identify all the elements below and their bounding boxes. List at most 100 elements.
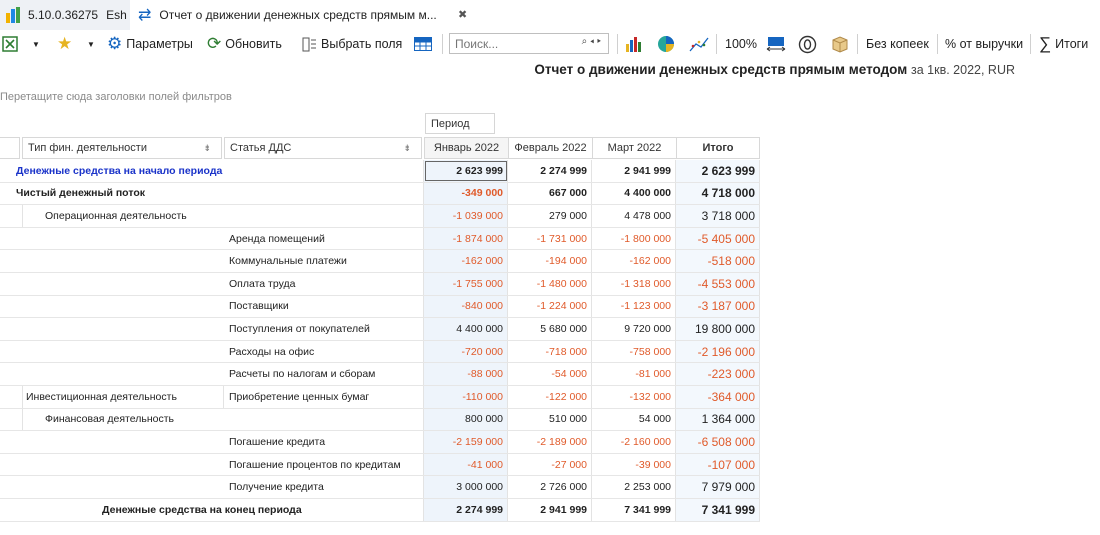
value-cell[interactable]: 9 720 000	[592, 318, 676, 340]
table-row[interactable]: Денежные средства на начало периода 2 623…	[0, 160, 760, 183]
value-cell[interactable]: 7 341 999	[592, 499, 676, 521]
table-row[interactable]: Операционная деятельность -1 039 000 279 0…	[0, 205, 760, 228]
value-cell[interactable]: 2 623 999	[676, 160, 760, 182]
fit-width-button[interactable]	[766, 30, 786, 58]
value-cell[interactable]: -110 000	[424, 386, 508, 408]
excel-dropdown-chevron-icon[interactable]: ▼	[32, 30, 40, 58]
value-cell[interactable]: -1 874 000	[424, 227, 508, 250]
table-row[interactable]: Коммунальные платежи -162 000 -194 000 -162…	[0, 250, 760, 273]
sort-icon[interactable]: ⇟	[403, 143, 411, 154]
table-row[interactable]: Аренда помещений -1 874 000 -1 731 000 -1 8…	[0, 227, 760, 251]
table-row[interactable]: Денежные средства на конец периода 2 274 …	[0, 499, 760, 522]
favorites-dropdown-chevron-icon[interactable]: ▼	[87, 30, 95, 58]
value-cell[interactable]: -88 000	[424, 363, 508, 385]
favorites-star-button[interactable]: ★	[57, 30, 72, 58]
column-header-jan[interactable]: Январь 2022	[424, 137, 509, 159]
column-header-feb[interactable]: Февраль 2022	[508, 137, 593, 159]
value-cell[interactable]: 800 000	[424, 408, 508, 431]
value-cell[interactable]: 2 726 000	[508, 476, 592, 498]
value-cell[interactable]: -5 405 000	[676, 227, 760, 250]
value-cell[interactable]: -1 755 000	[424, 273, 508, 295]
table-row[interactable]: Погашение кредита -2 159 000 -2 189 000 -2 …	[0, 431, 760, 454]
value-cell[interactable]: 4 718 000	[676, 182, 760, 205]
totals-button[interactable]: ∑ Итоги	[1039, 30, 1088, 58]
value-cell[interactable]: -27 000	[508, 454, 592, 476]
table-row[interactable]: Погашение процентов по кредитам -41 000 -2…	[0, 453, 760, 477]
value-cell[interactable]: 2 941 999	[592, 160, 676, 182]
column-header-mar[interactable]: Март 2022	[592, 137, 677, 159]
value-cell[interactable]: 2 274 999	[424, 499, 508, 521]
value-cell[interactable]: -162 000	[424, 250, 508, 272]
app-tab[interactable]: 5.10.0.36275 Esh	[0, 0, 130, 30]
table-row[interactable]: Чистый денежный поток -349 000 667 000 4 40…	[0, 182, 760, 206]
search-box[interactable]: ⌕◂▸	[449, 33, 609, 54]
value-cell[interactable]: -132 000	[592, 386, 676, 408]
table-row[interactable]: Финансовая деятельность 800 000 510 000 54 …	[0, 408, 760, 432]
value-cell[interactable]: -2 160 000	[592, 431, 676, 453]
excel-export-button[interactable]	[2, 30, 18, 58]
package-button[interactable]	[831, 30, 849, 58]
no-kopecks-button[interactable]: Без копеек	[866, 30, 929, 58]
value-cell[interactable]: -1 123 000	[592, 296, 676, 318]
refresh-button[interactable]: ⟳ Обновить	[207, 30, 282, 58]
value-cell[interactable]: -2 159 000	[424, 431, 508, 453]
column-header-total[interactable]: Итого	[676, 137, 760, 159]
value-cell[interactable]: -1 800 000	[592, 228, 676, 250]
filter-drop-area[interactable]: Перетащите сюда заголовки полей фильтров	[0, 91, 232, 103]
value-cell[interactable]: -3 187 000	[676, 295, 760, 318]
value-cell[interactable]: -1 731 000	[508, 228, 592, 250]
value-cell[interactable]: -1 224 000	[508, 296, 592, 318]
sort-icon[interactable]: ⇟	[203, 143, 211, 154]
value-cell[interactable]: 279 000	[508, 205, 592, 227]
close-icon[interactable]: ✖	[458, 8, 467, 21]
value-cell[interactable]: 4 478 000	[592, 205, 676, 227]
value-cell[interactable]: 2 623 999	[424, 160, 508, 182]
value-cell[interactable]: 7 979 000	[676, 476, 760, 498]
zero-values-button[interactable]	[798, 30, 817, 58]
value-cell[interactable]: 19 800 000	[676, 318, 760, 340]
value-cell[interactable]: -518 000	[676, 250, 760, 272]
value-cell[interactable]: -349 000	[424, 182, 508, 205]
value-cell[interactable]: -1 480 000	[508, 273, 592, 295]
value-cell[interactable]: -718 000	[508, 341, 592, 363]
value-cell[interactable]: 4 400 000	[424, 318, 508, 340]
value-cell[interactable]: -2 189 000	[508, 431, 592, 453]
document-tab[interactable]: ⇄ Отчет о движении денежных средств прям…	[132, 0, 477, 30]
value-cell[interactable]: -2 196 000	[676, 340, 760, 363]
table-row[interactable]: Оплата труда -1 755 000 -1 480 000 -1 318 0…	[0, 273, 760, 296]
value-cell[interactable]: 7 341 999	[676, 499, 760, 521]
value-cell[interactable]: 2 941 999	[508, 499, 592, 521]
percent-revenue-button[interactable]: % от выручки	[945, 30, 1023, 58]
grid-layout-button[interactable]	[414, 30, 432, 58]
value-cell[interactable]: 3 718 000	[676, 205, 760, 227]
params-button[interactable]: ⚙ Параметры	[107, 30, 193, 58]
value-cell[interactable]: -720 000	[424, 340, 508, 363]
value-cell[interactable]: -4 553 000	[676, 273, 760, 295]
scatter-chart-button[interactable]	[689, 30, 709, 58]
value-cell[interactable]: -107 000	[676, 453, 760, 476]
value-cell[interactable]: -122 000	[508, 386, 592, 408]
value-cell[interactable]: 2 274 999	[508, 160, 592, 182]
value-cell[interactable]: 4 400 000	[592, 183, 676, 205]
value-cell[interactable]: 1 364 000	[676, 408, 760, 431]
table-row[interactable]: Поступления от покупателей 4 400 000 5 680…	[0, 318, 760, 341]
search-nav-icons[interactable]: ⌕◂▸	[582, 36, 604, 47]
value-cell[interactable]: -1 318 000	[592, 273, 676, 295]
search-input[interactable]	[455, 34, 565, 53]
value-cell[interactable]: -41 000	[424, 453, 508, 476]
value-cell[interactable]: -39 000	[592, 454, 676, 476]
value-cell[interactable]: 54 000	[592, 409, 676, 431]
value-cell[interactable]: 5 680 000	[508, 318, 592, 340]
table-row[interactable]: Расходы на офис -720 000 -718 000 -758 000-…	[0, 340, 760, 364]
select-fields-button[interactable]: Выбрать поля	[302, 30, 402, 58]
value-cell[interactable]: -840 000	[424, 295, 508, 318]
table-row[interactable]: Расчеты по налогам и сборам -88 000 -54 00…	[0, 363, 760, 386]
table-row[interactable]: Получение кредита 3 000 000 2 726 000 2 253…	[0, 476, 760, 499]
value-cell[interactable]: 3 000 000	[424, 476, 508, 498]
value-cell[interactable]: 667 000	[508, 183, 592, 205]
value-cell[interactable]: 510 000	[508, 409, 592, 431]
value-cell[interactable]: -54 000	[508, 363, 592, 385]
pie-chart-button[interactable]	[657, 30, 675, 58]
value-cell[interactable]: -364 000	[676, 386, 760, 408]
period-column-field[interactable]: Период	[425, 113, 495, 134]
